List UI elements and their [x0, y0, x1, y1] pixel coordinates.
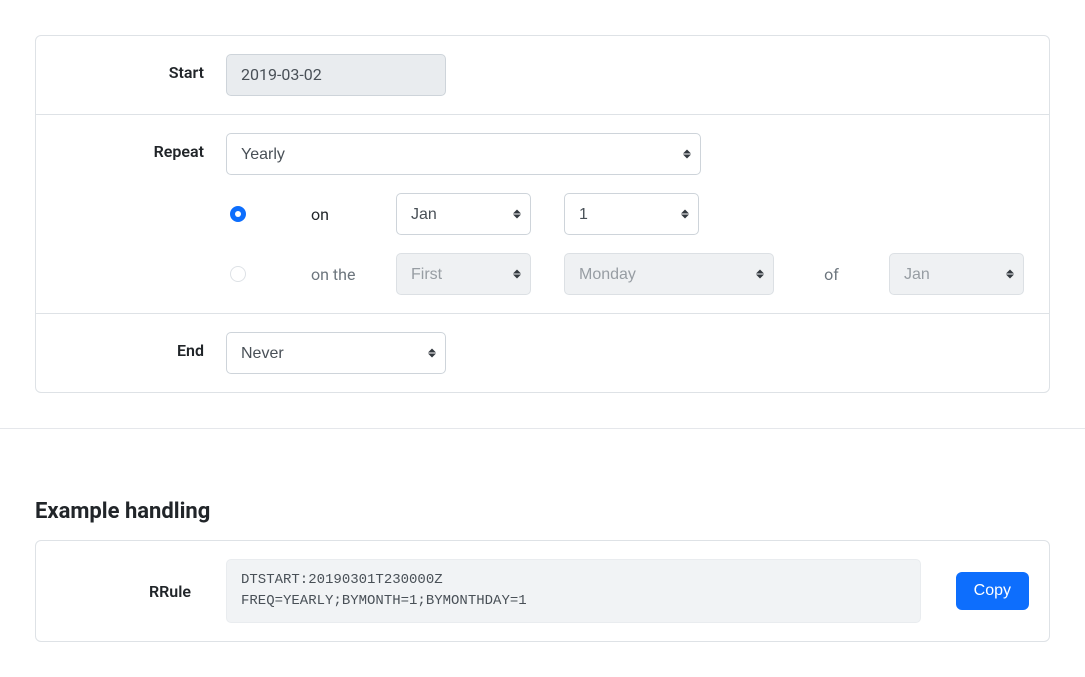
repeat-onthe-of-label: of: [774, 265, 889, 284]
repeat-on-radio[interactable]: [230, 206, 246, 222]
repeat-label: Repeat: [56, 133, 226, 161]
repeat-onthe-label: on the: [311, 265, 396, 284]
repeat-onthe-weekday-select[interactable]: Monday: [564, 253, 774, 295]
end-select[interactable]: Never: [226, 332, 446, 374]
repeat-on-month-select[interactable]: Jan: [396, 193, 531, 235]
end-label: End: [56, 332, 226, 360]
example-section-title: Example handling: [35, 499, 1050, 524]
rrule-form: Start 2019-03-02 Repeat Yearly: [35, 35, 1050, 393]
repeat-onthe-row: on the First Monday: [226, 253, 1029, 295]
end-row: End Never: [36, 314, 1049, 392]
start-date-field[interactable]: 2019-03-02: [226, 54, 446, 96]
start-row: Start 2019-03-02: [36, 36, 1049, 115]
repeat-onthe-ordinal-select[interactable]: First: [396, 253, 531, 295]
copy-button[interactable]: Copy: [956, 572, 1029, 610]
rrule-label: RRule: [56, 582, 226, 601]
repeat-onthe-month-select[interactable]: Jan: [889, 253, 1024, 295]
rrule-code: DTSTART:20190301T230000Z FREQ=YEARLY;BYM…: [226, 559, 921, 623]
rrule-output-card: RRule DTSTART:20190301T230000Z FREQ=YEAR…: [35, 540, 1050, 642]
repeat-onthe-radio[interactable]: [230, 266, 246, 282]
start-label: Start: [56, 54, 226, 82]
repeat-row: Repeat Yearly on: [36, 115, 1049, 314]
repeat-on-day-select[interactable]: 1: [564, 193, 699, 235]
repeat-on-row: on Jan 1: [226, 193, 1029, 235]
repeat-on-label: on: [311, 205, 396, 224]
repeat-frequency-select[interactable]: Yearly: [226, 133, 701, 175]
